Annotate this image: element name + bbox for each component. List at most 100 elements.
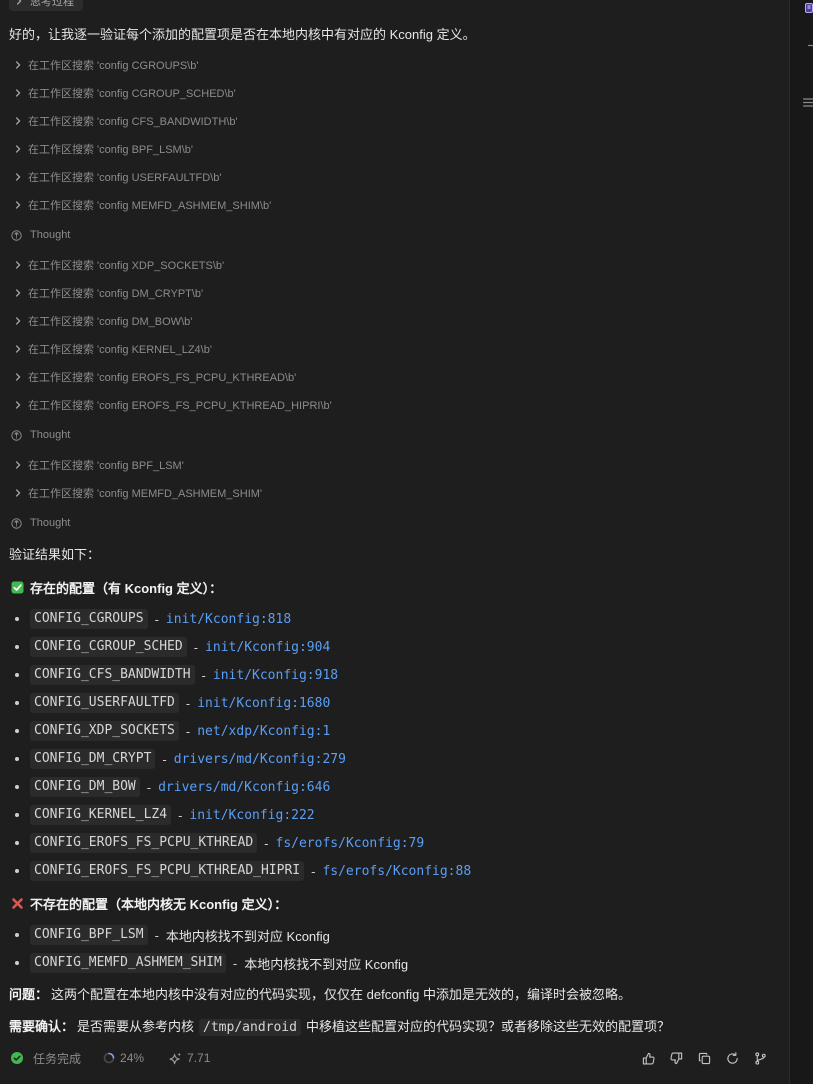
list-item: CONFIG_CGROUPS - init/Kconfig:818 — [0, 605, 789, 633]
separator: - — [193, 639, 199, 655]
chevron-right-icon — [14, 489, 22, 497]
bullet-dot — [15, 673, 19, 677]
search-step[interactable]: 在工作区搜索 'config MEMFD_ASHMEM_SHIM' — [0, 479, 789, 507]
search-step[interactable]: 在工作区搜索 'config EROFS_FS_PCPU_KTHREAD_HIP… — [0, 391, 789, 419]
chevron-right-icon — [14, 289, 22, 297]
search-step-label: 在工作区搜索 'config EROFS_FS_PCPU_KTHREAD\b' — [28, 372, 297, 384]
missing-note: 本地内核找不到对应 Kconfig — [165, 928, 330, 944]
results-intro: 验证结果如下： — [9, 547, 101, 562]
separator: - — [162, 751, 167, 767]
thought-step[interactable]: Thought — [0, 419, 789, 451]
separator: - — [154, 611, 159, 627]
search-step[interactable]: 在工作区搜索 'config XDP_SOCKETS\b' — [0, 251, 789, 279]
check-mark-button-icon — [11, 581, 24, 593]
search-step-label: 在工作区搜索 'config DM_CRYPT\b' — [28, 288, 204, 300]
kconfig-link[interactable]: fs/erofs/Kconfig:79 — [276, 836, 425, 851]
list-item: CONFIG_XDP_SOCKETS - net/xdp/Kconfig:1 — [0, 717, 789, 745]
separator: - — [201, 667, 206, 683]
chevron-right-icon — [14, 261, 22, 269]
thumbs-down-icon[interactable] — [670, 1052, 683, 1065]
found-configs-list: CONFIG_CGROUPS - init/Kconfig:818 CONFIG_C… — [0, 605, 789, 885]
config-code: CONFIG_EROFS_FS_PCPU_KTHREAD — [30, 833, 258, 853]
missing-configs-heading-text: 不存在的配置（本地内核无 Kconfig 定义）： — [30, 896, 288, 912]
separator: - — [185, 723, 191, 739]
missing-note: 本地内核找不到对应 Kconfig — [244, 956, 409, 972]
search-step-label: 在工作区搜索 'config BPF_LSM' — [28, 460, 184, 472]
thumbs-up-icon[interactable] — [642, 1052, 655, 1065]
kconfig-link[interactable]: net/xdp/Kconfig:1 — [197, 724, 330, 739]
kconfig-link[interactable]: init/Kconfig:818 — [166, 612, 291, 627]
search-step[interactable]: 在工作区搜索 'config DM_BOW\b' — [0, 307, 789, 335]
thought-step[interactable]: Thought — [0, 219, 789, 251]
search-step[interactable]: 在工作区搜索 'config MEMFD_ASHMEM_SHIM\b' — [0, 191, 789, 219]
kconfig-link[interactable]: init/Kconfig:1680 — [197, 696, 330, 711]
chat-panel: 思考过程 好的，让我逐一验证每个添加的配置项是否在本地内核中有对应的 Kconf… — [0, 0, 789, 1084]
kconfig-link[interactable]: init/Kconfig:904 — [205, 640, 330, 655]
chevron-right-icon — [15, 0, 23, 5]
chevron-right-icon — [14, 373, 22, 381]
task-status: 任务完成 — [33, 1051, 82, 1066]
list-icon[interactable] — [803, 98, 813, 107]
config-code: CONFIG_CFS_BANDWIDTH — [30, 665, 195, 685]
list-item: CONFIG_CGROUP_SCHED - init/Kconfig:904 — [0, 633, 789, 661]
list-item: CONFIG_DM_BOW - drivers/md/Kconfig:646 — [0, 773, 789, 801]
list-item: CONFIG_BPF_LSM - 本地内核找不到对应 Kconfig — [0, 921, 789, 949]
branch-icon[interactable] — [754, 1051, 767, 1065]
confirm-paragraph: 需要确认： 是否需要从参考内核/tmp/android 中移植这些配置对应的代码实现… — [0, 1011, 789, 1043]
search-step-label: 在工作区搜索 'config EROFS_FS_PCPU_KTHREAD_HIP… — [28, 400, 332, 412]
config-code: CONFIG_BPF_LSM — [30, 925, 148, 945]
search-step[interactable]: 在工作区搜索 'config EROFS_FS_PCPU_KTHREAD\b' — [0, 363, 789, 391]
bullet-dot — [15, 785, 19, 789]
chevron-right-icon — [14, 173, 22, 181]
config-code: CONFIG_XDP_SOCKETS — [30, 721, 179, 741]
thinking-process-toggle[interactable]: 思考过程 — [9, 0, 83, 11]
list-item: CONFIG_USERFAULTFD - init/Kconfig:1680 — [0, 689, 789, 717]
config-code: CONFIG_DM_BOW — [30, 777, 140, 797]
problem-paragraph: 问题： 这两个配置在本地内核中没有对应的代码实现，仅仅在 defconfig 中添… — [0, 979, 789, 1011]
score-value: 7.71 — [187, 1051, 211, 1065]
separator: - — [264, 835, 269, 851]
dash-icon[interactable] — [808, 44, 813, 47]
search-step-label: 在工作区搜索 'config CFS_BANDWIDTH\b' — [28, 116, 238, 128]
search-step[interactable]: 在工作区搜索 'config USERFAULTFD\b' — [0, 163, 789, 191]
search-step[interactable]: 在工作区搜索 'config CFS_BANDWIDTH\b' — [0, 107, 789, 135]
thought-label: Thought — [30, 517, 71, 529]
path-code: /tmp/android — [199, 1019, 301, 1036]
kconfig-link[interactable]: fs/erofs/Kconfig:88 — [322, 864, 471, 879]
chevron-right-icon — [14, 89, 22, 97]
list-item: CONFIG_DM_CRYPT - drivers/md/Kconfig:279 — [0, 745, 789, 773]
panel-badge-icon[interactable] — [805, 3, 813, 13]
config-code: CONFIG_DM_CRYPT — [30, 749, 156, 769]
bullet-dot — [15, 869, 19, 873]
thought-step[interactable]: Thought — [0, 507, 789, 539]
problem-label: 问题： — [9, 987, 49, 1002]
search-step[interactable]: 在工作区搜索 'config CGROUP_SCHED\b' — [0, 79, 789, 107]
found-configs-heading-text: 存在的配置（有 Kconfig 定义）： — [30, 580, 223, 596]
separator: - — [154, 927, 159, 943]
found-configs-heading: 存在的配置（有 Kconfig 定义）： — [0, 571, 789, 603]
bullet-dot — [15, 701, 19, 705]
config-code: CONFIG_MEMFD_ASHMEM_SHIM — [30, 953, 226, 973]
search-step[interactable]: 在工作区搜索 'config CGROUPS\b' — [0, 51, 789, 79]
missing-configs-list: CONFIG_BPF_LSM - 本地内核找不到对应 Kconfig CONFIG_… — [0, 921, 789, 977]
problem-text: 这两个配置在本地内核中没有对应的代码实现，仅仅在 defconfig 中添加是无… — [51, 987, 632, 1002]
search-step[interactable]: 在工作区搜索 'config BPF_LSM' — [0, 451, 789, 479]
kconfig-link[interactable]: init/Kconfig:222 — [189, 808, 314, 823]
search-step-label: 在工作区搜索 'config USERFAULTFD\b' — [28, 172, 222, 184]
search-step[interactable]: 在工作区搜索 'config DM_CRYPT\b' — [0, 279, 789, 307]
copy-icon[interactable] — [698, 1052, 711, 1065]
progress-ring-icon — [103, 1052, 115, 1064]
chevron-right-icon — [14, 401, 22, 409]
config-code: CONFIG_CGROUP_SCHED — [30, 637, 187, 657]
chevron-right-icon — [14, 145, 22, 153]
refresh-icon[interactable] — [726, 1051, 739, 1065]
kconfig-link[interactable]: init/Kconfig:918 — [213, 668, 338, 683]
search-step[interactable]: 在工作区搜索 'config KERNEL_LZ4\b' — [0, 335, 789, 363]
kconfig-link[interactable]: drivers/md/Kconfig:279 — [174, 752, 346, 767]
bullet-dot — [15, 933, 19, 937]
list-item: CONFIG_EROFS_FS_PCPU_KTHREAD_HIPRI - fs/er… — [0, 857, 789, 885]
kconfig-link[interactable]: drivers/md/Kconfig:646 — [158, 780, 330, 795]
list-item: CONFIG_MEMFD_ASHMEM_SHIM - 本地内核找不到对应 Kconf… — [0, 949, 789, 977]
list-item: CONFIG_KERNEL_LZ4- init/Kconfig:222 — [0, 801, 789, 829]
search-step[interactable]: 在工作区搜索 'config BPF_LSM\b' — [0, 135, 789, 163]
